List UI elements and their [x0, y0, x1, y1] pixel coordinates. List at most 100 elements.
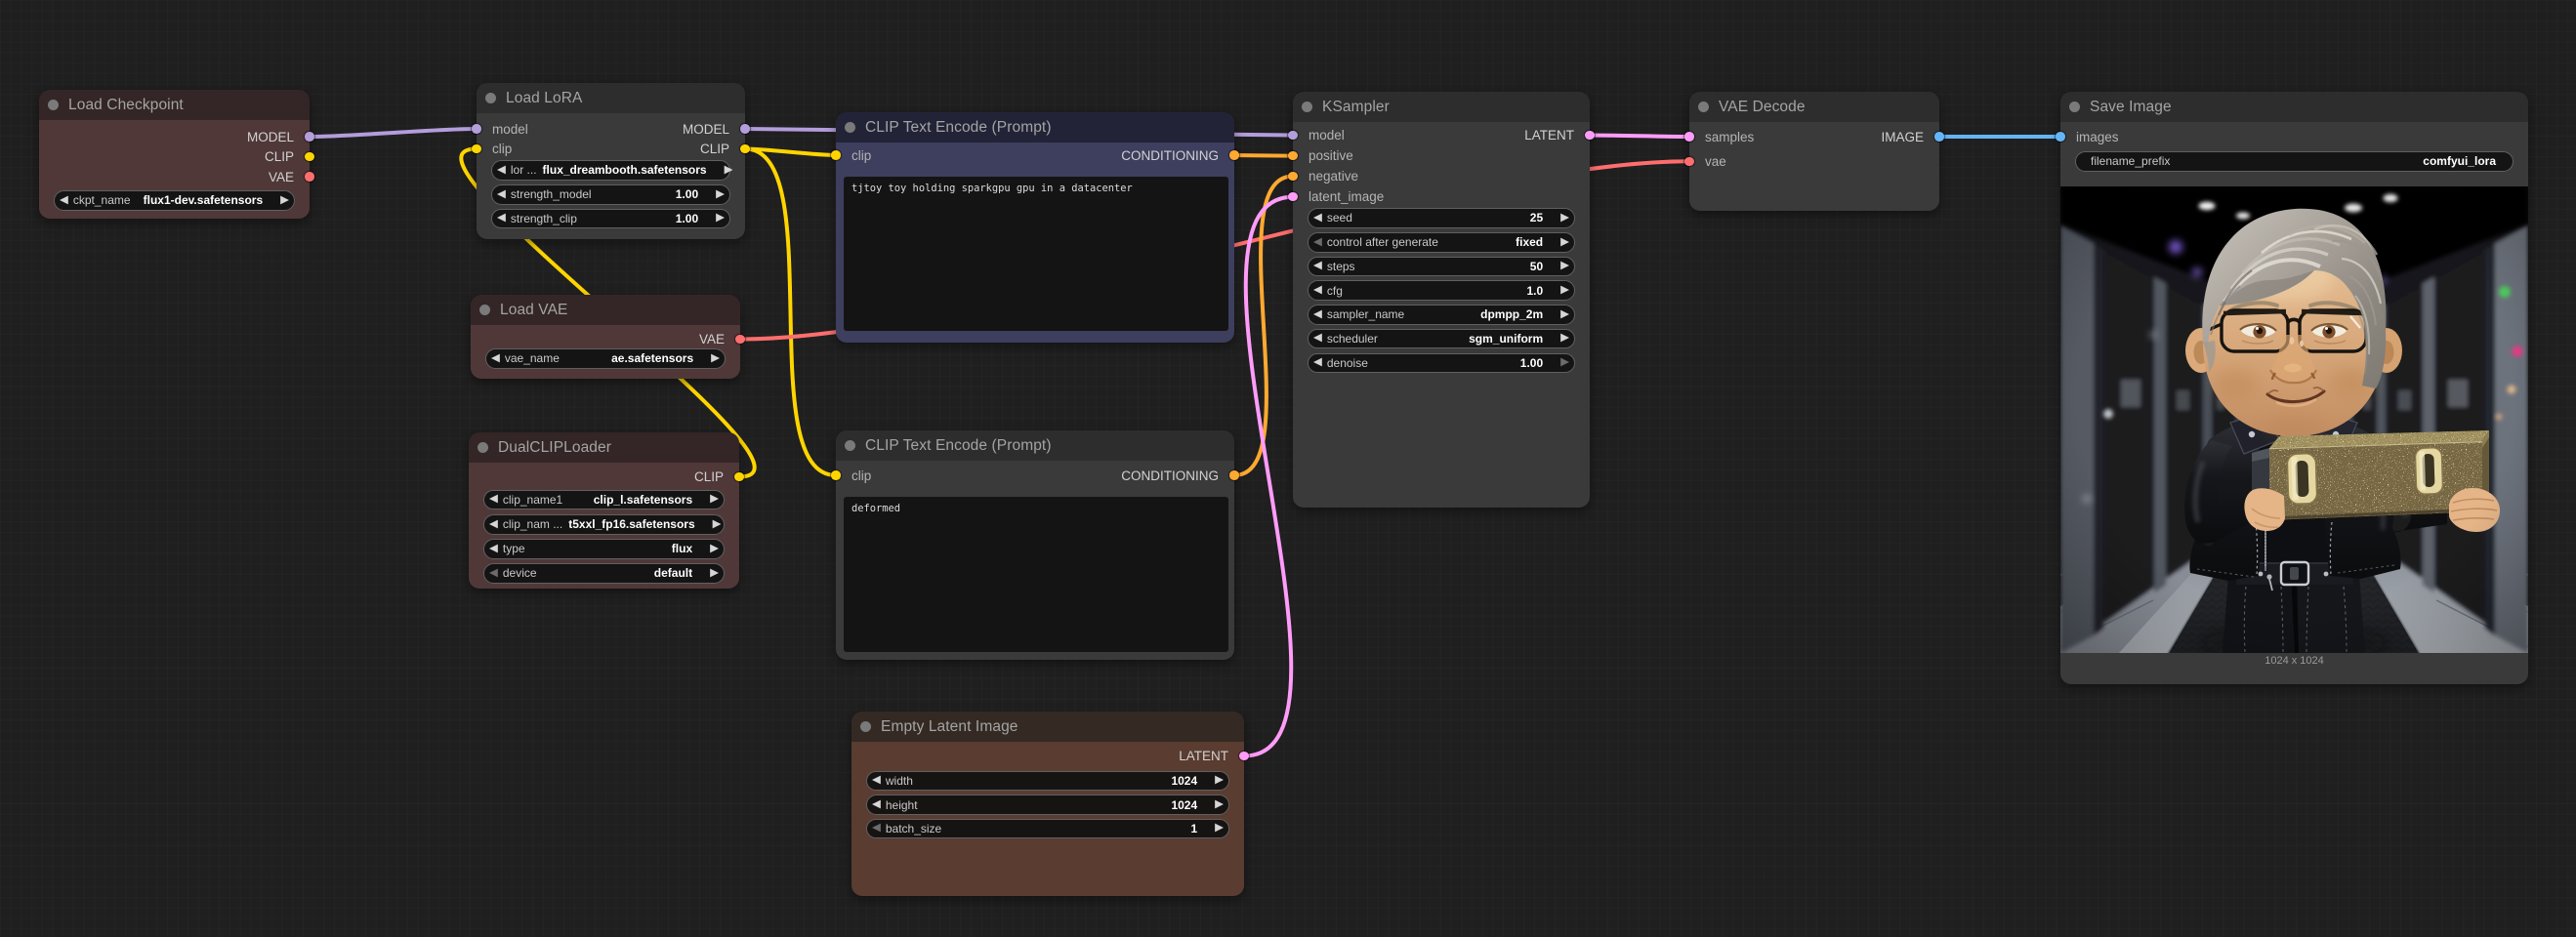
increment-arrow-icon[interactable]: ▶ — [1560, 237, 1569, 249]
decrement-arrow-icon[interactable]: ◀ — [872, 823, 881, 835]
node-save-image[interactable]: Save Image images filename_prefix comfyu… — [2060, 92, 2528, 684]
port-clip-input[interactable] — [831, 470, 841, 480]
node-titlebar[interactable]: KSampler — [1293, 92, 1590, 122]
widget-cfg[interactable]: ◀ cfg 1.0 ▶ — [1308, 280, 1575, 301]
increment-arrow-icon[interactable]: ▶ — [711, 353, 720, 365]
port-positive-input[interactable] — [1288, 151, 1298, 161]
port-clip-input[interactable] — [831, 150, 841, 160]
widget-steps[interactable]: ◀ steps 50 ▶ — [1308, 257, 1575, 277]
node-titlebar[interactable]: CLIP Text Encode (Prompt) — [836, 430, 1234, 461]
port-samples-input[interactable] — [1684, 132, 1694, 142]
port-conditioning-output[interactable] — [1229, 150, 1239, 160]
node-titlebar[interactable]: DualCLIPLoader — [469, 432, 739, 463]
widget-batch-size[interactable]: ◀ batch_size 1 ▶ — [866, 819, 1229, 839]
node-ksampler[interactable]: KSampler model LATENT positive negative … — [1293, 92, 1590, 508]
node-clip-text-encode-positive[interactable]: CLIP Text Encode (Prompt) clip CONDITION… — [836, 112, 1234, 343]
node-titlebar[interactable]: CLIP Text Encode (Prompt) — [836, 112, 1234, 143]
port-conditioning-output[interactable] — [1229, 470, 1239, 480]
increment-arrow-icon[interactable]: ▶ — [1560, 357, 1569, 369]
node-titlebar[interactable]: Empty Latent Image — [852, 712, 1244, 742]
prompt-textarea[interactable]: deformed — [844, 497, 1228, 652]
increment-arrow-icon[interactable]: ▶ — [1560, 213, 1569, 224]
widget-lora-name[interactable]: ◀ lor ... flux_dreambooth.safetensors ▶ — [491, 160, 730, 181]
widget-sampler-name[interactable]: ◀ sampler_name dpmpp_2m ▶ — [1308, 305, 1575, 325]
node-load-checkpoint[interactable]: Load Checkpoint MODEL CLIP VAE ◀ ckpt_na… — [39, 90, 310, 219]
increment-arrow-icon[interactable]: ▶ — [725, 165, 733, 177]
decrement-arrow-icon[interactable]: ◀ — [872, 775, 881, 787]
port-latent-output[interactable] — [1239, 752, 1249, 761]
increment-arrow-icon[interactable]: ▶ — [280, 195, 289, 207]
widget-denoise[interactable]: ◀ denoise 1.00 ▶ — [1308, 353, 1575, 374]
decrement-arrow-icon[interactable]: ◀ — [1313, 357, 1322, 369]
port-model-output[interactable] — [740, 124, 750, 134]
decrement-arrow-icon[interactable]: ◀ — [1313, 333, 1322, 345]
increment-arrow-icon[interactable]: ▶ — [1215, 799, 1224, 811]
widget-height[interactable]: ◀ height 1024 ▶ — [866, 794, 1229, 815]
node-titlebar[interactable]: Load VAE — [471, 295, 740, 325]
decrement-arrow-icon[interactable]: ◀ — [489, 519, 498, 531]
decrement-arrow-icon[interactable]: ◀ — [1313, 213, 1322, 224]
port-model-input[interactable] — [472, 124, 481, 134]
node-empty-latent-image[interactable]: Empty Latent Image LATENT ◀ width 1024 ▶… — [852, 712, 1244, 896]
node-load-lora[interactable]: Load LoRA model MODEL clip CLIP ◀ lor ..… — [477, 83, 745, 239]
port-latent-image-input[interactable] — [1288, 192, 1298, 202]
widget-strength-model[interactable]: ◀ strength_model 1.00 ▶ — [491, 184, 730, 205]
decrement-arrow-icon[interactable]: ◀ — [497, 213, 506, 224]
node-titlebar[interactable]: Save Image — [2060, 92, 2528, 122]
port-clip-output[interactable] — [734, 472, 744, 482]
decrement-arrow-icon[interactable]: ◀ — [497, 165, 506, 177]
increment-arrow-icon[interactable]: ▶ — [1215, 823, 1224, 835]
port-vae-input[interactable] — [1684, 157, 1694, 167]
port-clip-output[interactable] — [305, 152, 314, 162]
increment-arrow-icon[interactable]: ▶ — [1560, 309, 1569, 321]
decrement-arrow-icon[interactable]: ◀ — [1313, 261, 1322, 272]
port-model-input[interactable] — [1288, 131, 1298, 141]
port-latent-output[interactable] — [1585, 131, 1595, 141]
port-model-output[interactable] — [305, 132, 314, 142]
widget-scheduler[interactable]: ◀ scheduler sgm_uniform ▶ — [1308, 329, 1575, 349]
increment-arrow-icon[interactable]: ▶ — [1560, 261, 1569, 272]
port-image-output[interactable] — [1934, 132, 1944, 142]
node-load-vae[interactable]: Load VAE VAE ◀ vae_name ae.safetensors ▶ — [471, 295, 740, 379]
decrement-arrow-icon[interactable]: ◀ — [1313, 285, 1322, 297]
widget-seed[interactable]: ◀ seed 25 ▶ — [1308, 208, 1575, 228]
increment-arrow-icon[interactable]: ▶ — [713, 519, 722, 531]
widget-clip-name1[interactable]: ◀ clip_name1 clip_l.safetensors ▶ — [483, 490, 725, 510]
widget-ckpt-name[interactable]: ◀ ckpt_name flux1-dev.safetensors ▶ — [54, 190, 295, 211]
increment-arrow-icon[interactable]: ▶ — [710, 568, 719, 580]
widget-vae-name[interactable]: ◀ vae_name ae.safetensors ▶ — [485, 348, 726, 369]
generated-image-preview[interactable] — [2060, 186, 2528, 653]
node-vae-decode[interactable]: VAE Decode samples IMAGE vae — [1689, 92, 1939, 211]
decrement-arrow-icon[interactable]: ◀ — [60, 195, 68, 207]
node-titlebar[interactable]: Load Checkpoint — [39, 90, 310, 120]
node-titlebar[interactable]: VAE Decode — [1689, 92, 1939, 122]
port-clip-output[interactable] — [740, 144, 750, 154]
decrement-arrow-icon[interactable]: ◀ — [1313, 237, 1322, 249]
increment-arrow-icon[interactable]: ▶ — [1215, 775, 1224, 787]
prompt-textarea[interactable]: tjtoy toy holding sparkgpu gpu in a data… — [844, 177, 1228, 331]
decrement-arrow-icon[interactable]: ◀ — [489, 494, 498, 506]
decrement-arrow-icon[interactable]: ◀ — [872, 799, 881, 811]
decrement-arrow-icon[interactable]: ◀ — [489, 544, 498, 555]
node-clip-text-encode-negative[interactable]: CLIP Text Encode (Prompt) clip CONDITION… — [836, 430, 1234, 660]
decrement-arrow-icon[interactable]: ◀ — [1313, 309, 1322, 321]
increment-arrow-icon[interactable]: ▶ — [716, 189, 725, 201]
port-clip-input[interactable] — [472, 144, 481, 154]
widget-device[interactable]: ◀ device default ▶ — [483, 563, 725, 584]
increment-arrow-icon[interactable]: ▶ — [716, 213, 725, 224]
decrement-arrow-icon[interactable]: ◀ — [491, 353, 500, 365]
node-graph-canvas[interactable]: Load Checkpoint MODEL CLIP VAE ◀ ckpt_na… — [0, 0, 2576, 937]
widget-type[interactable]: ◀ type flux ▶ — [483, 539, 725, 559]
port-negative-input[interactable] — [1288, 172, 1298, 182]
decrement-arrow-icon[interactable]: ◀ — [497, 189, 506, 201]
increment-arrow-icon[interactable]: ▶ — [1560, 333, 1569, 345]
node-dual-clip-loader[interactable]: DualCLIPLoader CLIP ◀ clip_name1 clip_l.… — [469, 432, 739, 589]
decrement-arrow-icon[interactable]: ◀ — [489, 568, 498, 580]
widget-control-after-generate[interactable]: ◀ control after generate fixed ▶ — [1308, 232, 1575, 253]
increment-arrow-icon[interactable]: ▶ — [710, 494, 719, 506]
widget-strength-clip[interactable]: ◀ strength_clip 1.00 ▶ — [491, 209, 730, 229]
port-vae-output[interactable] — [735, 335, 745, 345]
port-images-input[interactable] — [2056, 132, 2065, 142]
widget-filename-prefix[interactable]: filename_prefix comfyui_lora — [2075, 151, 2514, 172]
increment-arrow-icon[interactable]: ▶ — [710, 544, 719, 555]
